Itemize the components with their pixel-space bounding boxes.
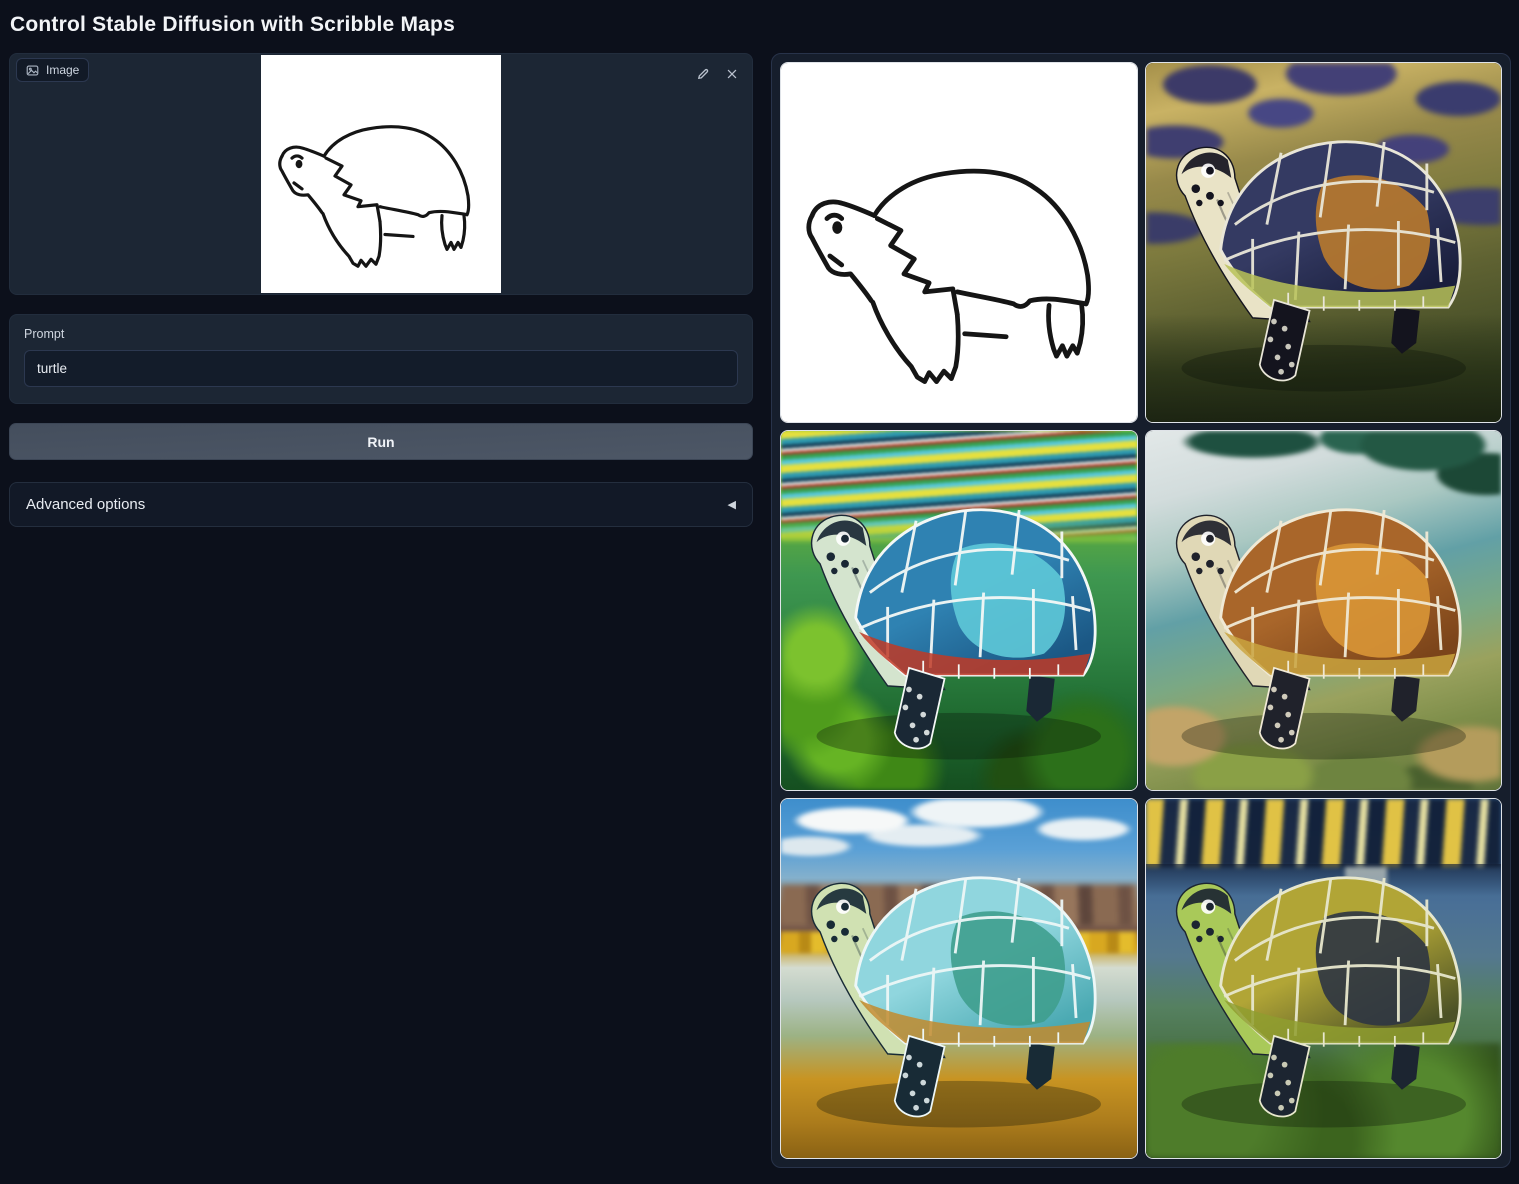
close-icon — [725, 67, 739, 81]
gallery-item-turtle-golden-water[interactable] — [1145, 62, 1503, 423]
main-layout: Image Prompt Run — [0, 53, 1519, 1168]
turtle-photo-figure — [1146, 431, 1502, 790]
turtle-image — [781, 431, 1137, 790]
turtle-image — [1146, 431, 1502, 790]
turtle-image — [1146, 799, 1502, 1158]
clear-image-button[interactable] — [721, 63, 742, 84]
image-label-badge: Image — [16, 58, 89, 82]
accordion-collapse-icon: ◀ — [728, 498, 736, 511]
turtle-scribble-drawing — [261, 55, 501, 293]
output-gallery — [771, 53, 1511, 1168]
input-column: Image Prompt Run — [9, 53, 753, 527]
advanced-options-accordion[interactable]: Advanced options ◀ — [9, 482, 753, 527]
image-input-block: Image — [9, 53, 753, 295]
advanced-options-label: Advanced options — [26, 496, 145, 513]
gallery-item-turtle-clear-water[interactable] — [1145, 430, 1503, 791]
turtle-scribble-drawing — [781, 63, 1137, 422]
turtle-image — [1146, 63, 1502, 422]
turtle-photo-figure — [1146, 799, 1502, 1158]
gallery-item-turtle-teal-painting[interactable] — [780, 430, 1138, 791]
edit-image-button[interactable] — [692, 63, 713, 84]
turtle-photo-figure — [1146, 63, 1502, 422]
turtle-photo-figure — [781, 799, 1137, 1158]
turtle-photo-figure — [781, 431, 1137, 790]
image-toolbar — [692, 63, 742, 84]
run-button[interactable]: Run — [9, 423, 753, 460]
pencil-icon — [696, 67, 710, 81]
prompt-input[interactable] — [24, 350, 738, 387]
prompt-label: Prompt — [24, 327, 738, 341]
turtle-image — [781, 799, 1137, 1158]
output-column — [771, 53, 1511, 1168]
image-icon — [26, 64, 39, 77]
page-title: Control Stable Diffusion with Scribble M… — [10, 13, 1519, 37]
gallery-item-scribble-input[interactable] — [780, 62, 1138, 423]
scribble-canvas[interactable] — [261, 55, 501, 293]
gallery-item-turtle-mountain-lake[interactable] — [780, 798, 1138, 1159]
tile-background — [781, 63, 1137, 422]
gallery-item-turtle-underwater-gold[interactable] — [1145, 798, 1503, 1159]
image-label: Image — [46, 63, 79, 77]
prompt-block: Prompt — [9, 314, 753, 404]
